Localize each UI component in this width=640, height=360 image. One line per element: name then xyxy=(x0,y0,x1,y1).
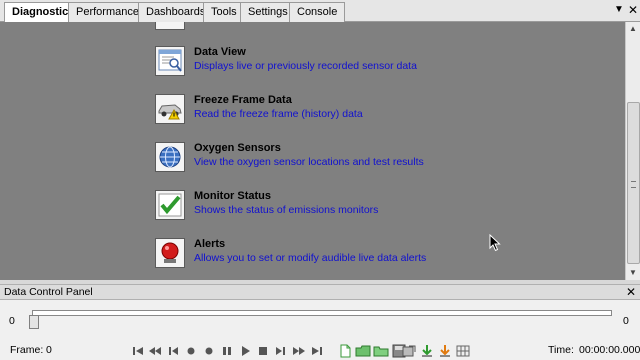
list-item-freeze-frame[interactable]: Freeze Frame Data Read the freeze frame … xyxy=(155,94,515,130)
slider-min-label: 0 xyxy=(9,315,15,327)
frame-value: 0 xyxy=(46,344,52,356)
play-icon[interactable] xyxy=(237,344,253,358)
time-value: 00:00:00.000 xyxy=(579,344,640,356)
folder-icon[interactable] xyxy=(373,344,389,358)
open-file-icon[interactable] xyxy=(355,344,371,358)
list-item-monitor-status[interactable]: Monitor Status Shows the status of emiss… xyxy=(155,190,515,226)
vertical-scrollbar[interactable]: ▲ ▼ xyxy=(625,22,640,280)
download-orange-icon[interactable] xyxy=(437,344,453,358)
globe-icon xyxy=(155,142,185,172)
panel-close-icon[interactable]: ✕ xyxy=(626,285,636,299)
alarm-icon xyxy=(155,238,185,268)
grip-icon xyxy=(631,181,636,188)
rewind-icon[interactable] xyxy=(147,344,163,358)
fast-forward-icon[interactable] xyxy=(291,344,307,358)
tab-settings[interactable]: Settings xyxy=(240,2,296,22)
checkmark-icon xyxy=(155,190,185,220)
item-title[interactable]: Alerts xyxy=(194,238,225,250)
download-green-icon[interactable] xyxy=(419,344,435,358)
tab-console[interactable]: Console xyxy=(289,2,346,22)
skip-last-icon[interactable] xyxy=(309,344,325,358)
frame-slider-track[interactable] xyxy=(32,310,612,316)
scroll-down-icon[interactable]: ▼ xyxy=(626,266,640,280)
item-description[interactable]: Shows the status of emissions monitors xyxy=(194,204,378,216)
item-title[interactable]: Data View xyxy=(194,46,246,58)
frame-label: Frame: xyxy=(10,344,44,356)
item-description[interactable]: Read the freeze frame (history) data xyxy=(194,108,363,120)
panel-title: Data Control Panel xyxy=(4,286,93,298)
data-control-panel: 0 0 Frame: 0 Time: 00:00:00.000 xyxy=(0,300,640,360)
pause-icon[interactable] xyxy=(219,344,235,358)
item-title[interactable]: Freeze Frame Data xyxy=(194,94,292,106)
scroll-up-icon[interactable]: ▲ xyxy=(626,22,640,36)
data-control-panel-header: Data Control Panel ✕ xyxy=(0,284,640,300)
diagnostics-content: Data View Displays live or previously re… xyxy=(0,22,625,280)
time-label: Time: xyxy=(548,344,574,356)
list-item-alerts[interactable]: Alerts Allows you to set or modify audib… xyxy=(155,238,515,274)
stop-icon[interactable] xyxy=(255,344,271,358)
item-title[interactable]: Oxygen Sensors xyxy=(194,142,281,154)
data-view-icon xyxy=(155,46,185,76)
frame-slider-thumb[interactable] xyxy=(29,315,39,329)
scrollbar-thumb[interactable] xyxy=(627,102,640,264)
item-description[interactable]: Allows you to set or modify audible live… xyxy=(194,252,426,264)
tab-bar: Diagnostics Performance Dashboards Tools… xyxy=(0,0,640,23)
slider-max-label: 0 xyxy=(623,315,629,327)
record-icon[interactable] xyxy=(183,344,199,358)
tab-performance[interactable]: Performance xyxy=(68,2,147,22)
step-back-icon[interactable] xyxy=(165,344,181,358)
new-file-icon[interactable] xyxy=(337,344,353,358)
item-description[interactable]: Displays live or previously recorded sen… xyxy=(194,60,417,72)
stop-record-icon[interactable] xyxy=(201,344,217,358)
tab-tools[interactable]: Tools xyxy=(203,2,245,22)
item-title[interactable]: Monitor Status xyxy=(194,190,271,202)
close-icon[interactable]: ✕ xyxy=(627,4,639,16)
list-item-data-view[interactable]: Data View Displays live or previously re… xyxy=(155,46,515,82)
export-icon[interactable] xyxy=(401,344,417,358)
skip-first-icon[interactable] xyxy=(130,344,146,358)
mouse-cursor-icon xyxy=(489,234,501,252)
step-forward-icon[interactable] xyxy=(273,344,289,358)
grid-icon[interactable] xyxy=(455,344,471,358)
tab-dropdown-icon[interactable]: ▼ xyxy=(613,4,625,16)
list-item-oxygen-sensors[interactable]: Oxygen Sensors View the oxygen sensor lo… xyxy=(155,142,515,178)
partial-item-icon xyxy=(155,22,185,30)
car-warning-icon xyxy=(155,94,185,124)
item-description[interactable]: View the oxygen sensor locations and tes… xyxy=(194,156,424,168)
